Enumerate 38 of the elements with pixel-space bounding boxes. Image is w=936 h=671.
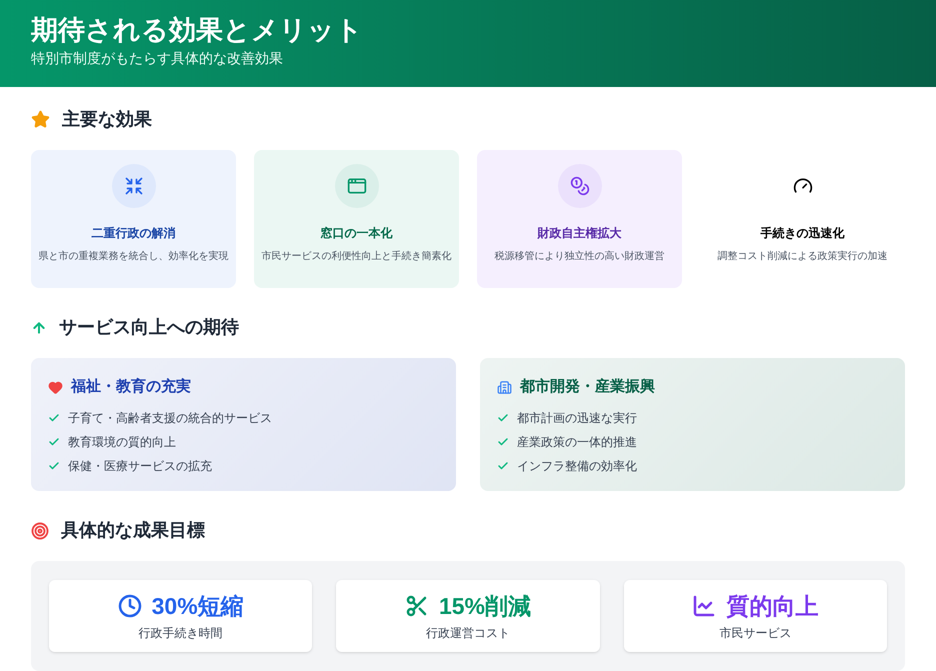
check-icon	[48, 460, 60, 472]
card-description: 税源移管により独立性の高い財政運営	[494, 250, 664, 264]
card-description: 市民サービスの利便性向上と手続き簡素化	[262, 250, 452, 264]
panel-title: 福祉・教育の充実	[71, 376, 191, 397]
arrow-up-icon	[31, 320, 47, 336]
target-icon	[31, 522, 49, 540]
card-description: 調整コスト削減による政策実行の加速	[718, 250, 888, 264]
benefit-text: 都市計画の迅速な実行	[517, 410, 637, 426]
target-label: 行政手続き時間	[138, 624, 223, 642]
card-description: 県と市の重複業務を統合し、効率化を実現	[38, 250, 228, 264]
panel-title: 都市開発・産業振興	[520, 377, 655, 397]
target-value: 15%削減	[438, 592, 532, 620]
card-title: 二重行政の解消	[92, 225, 176, 242]
benefit-text: 教育環境の質的向上	[68, 434, 176, 450]
check-icon	[497, 412, 509, 424]
star-icon	[31, 110, 50, 129]
check-icon	[48, 412, 60, 424]
benefit-text: 保健・医療サービスの拡充	[68, 458, 212, 474]
section-heading: 主要な効果	[62, 108, 152, 131]
check-icon	[497, 436, 509, 448]
section-heading: 具体的な成果目標	[61, 519, 205, 542]
building-icon	[497, 380, 512, 395]
target-value: 30%短縮	[152, 592, 244, 620]
benefit-text: インフラ整備の効率化	[517, 458, 637, 474]
check-icon	[497, 460, 509, 472]
target-value: 質的向上	[726, 592, 818, 620]
card-title: 窓口の一本化	[320, 225, 392, 242]
target-label: 市民サービス	[719, 624, 792, 642]
heart-icon	[48, 380, 63, 395]
check-icon	[48, 436, 60, 448]
benefit-text: 産業政策の一体的推進	[517, 434, 637, 450]
benefit-text: 子育て・高齢者支援の統合的サービス	[68, 410, 272, 426]
card-title: 手続きの迅速化	[760, 225, 844, 242]
page-title: 期待される効果とメリット	[31, 14, 364, 47]
card-title: 財政自主権拡大	[538, 225, 622, 242]
page-subtitle: 特別市制度がもたらす具体的な改善効果	[31, 49, 284, 68]
section-heading: サービス向上への期待	[59, 316, 239, 339]
target-label: 行政運営コスト	[426, 624, 510, 642]
